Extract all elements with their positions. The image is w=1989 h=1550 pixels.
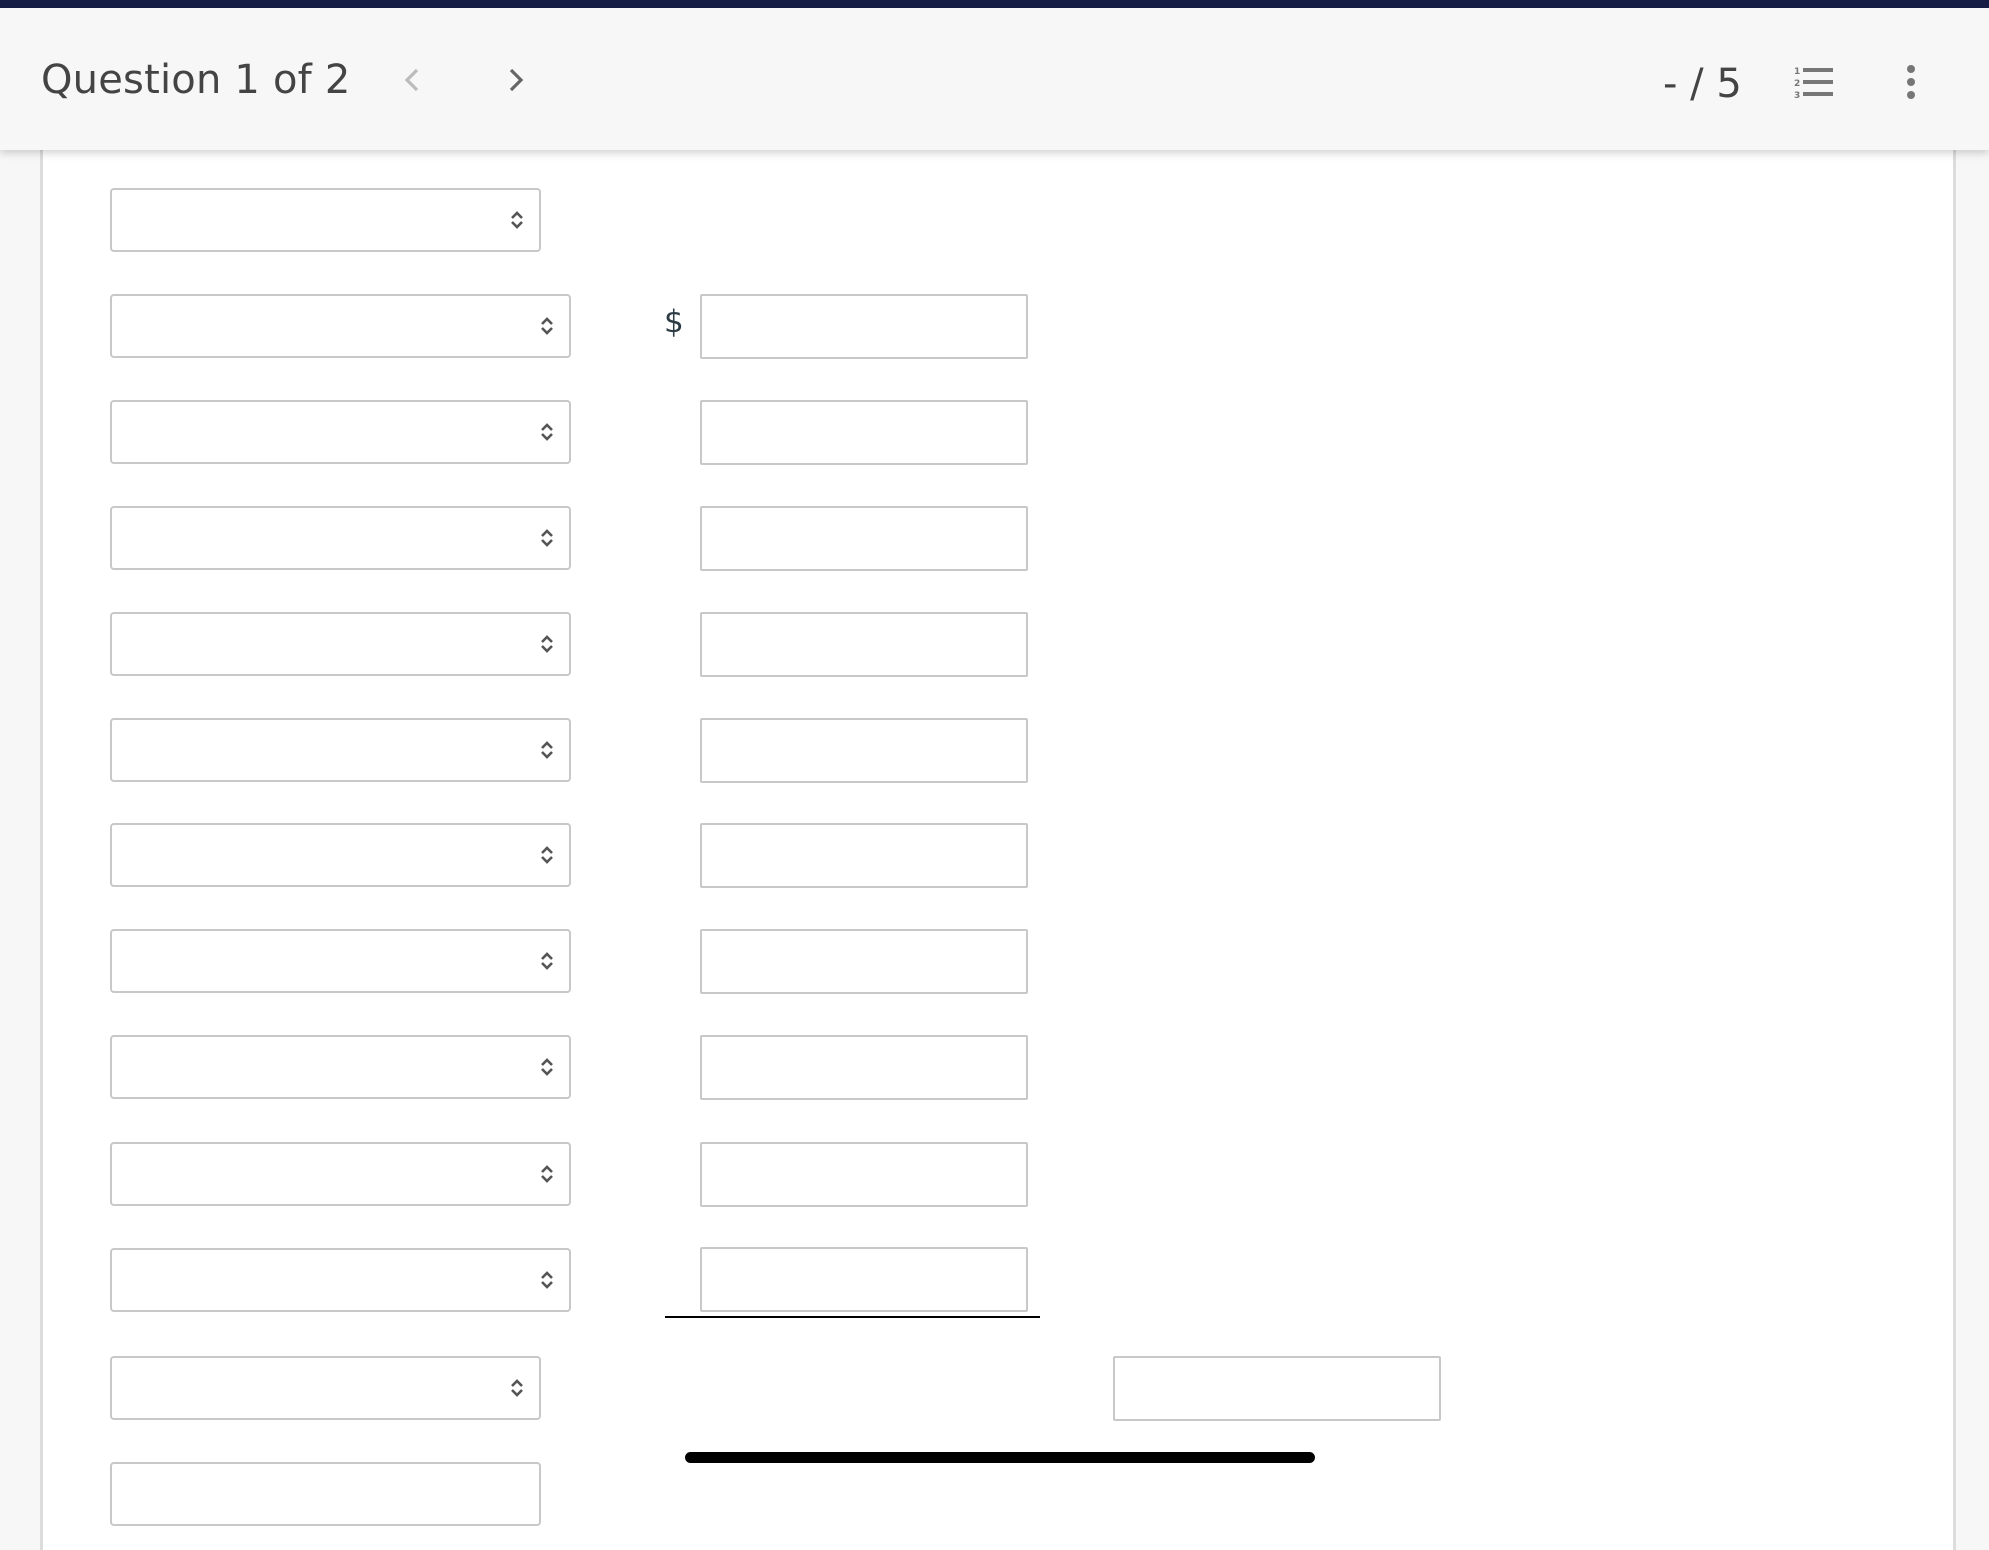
amount-input[interactable]	[700, 718, 1028, 783]
amount-input[interactable]	[700, 294, 1028, 359]
select-arrows-icon	[541, 1271, 553, 1289]
amount-input[interactable]	[700, 612, 1028, 677]
select-arrows-icon	[541, 741, 553, 759]
select-arrows-icon	[541, 952, 553, 970]
account-select[interactable]	[110, 400, 571, 464]
chevron-right-icon	[509, 68, 524, 92]
subtotal-rule	[665, 1316, 1040, 1318]
select-arrows-icon	[541, 635, 553, 653]
points-score: - / 5	[1663, 61, 1742, 107]
next-section-select[interactable]	[110, 1462, 541, 1526]
select-arrows-icon	[511, 211, 523, 229]
svg-text:2: 2	[1794, 79, 1800, 89]
question-counter: Question 1 of 2	[41, 57, 351, 103]
svg-text:1: 1	[1794, 67, 1800, 77]
account-select[interactable]	[110, 294, 571, 358]
amount-input[interactable]	[700, 506, 1028, 571]
amount-input[interactable]	[700, 823, 1028, 888]
previous-question-button[interactable]	[392, 56, 432, 104]
amount-input[interactable]	[700, 1035, 1028, 1100]
account-select[interactable]	[110, 612, 571, 676]
question-list-button[interactable]: 1 2 3	[1792, 60, 1838, 104]
ordered-list-icon: 1 2 3	[1794, 67, 1833, 99]
select-arrows-icon	[541, 1165, 553, 1183]
next-question-button[interactable]	[496, 56, 536, 104]
account-select[interactable]	[110, 1142, 571, 1206]
chevron-left-icon	[404, 68, 419, 92]
top-accent-bar	[0, 0, 1989, 8]
select-arrows-icon	[541, 846, 553, 864]
home-indicator-bar	[685, 1452, 1315, 1463]
select-arrows-icon	[541, 423, 553, 441]
amount-input[interactable]	[700, 400, 1028, 465]
total-label-select[interactable]	[110, 1356, 541, 1420]
question-header: Question 1 of 2 - / 5 1 2 3	[0, 8, 1989, 150]
amount-input[interactable]	[700, 1247, 1028, 1312]
account-select[interactable]	[110, 823, 571, 887]
account-select[interactable]	[110, 1035, 571, 1099]
account-select[interactable]	[110, 506, 571, 570]
account-select[interactable]	[110, 929, 571, 993]
account-select[interactable]	[110, 1248, 571, 1312]
select-arrows-icon	[541, 1058, 553, 1076]
more-vertical-icon	[1907, 65, 1915, 99]
more-options-button[interactable]	[1896, 60, 1926, 104]
amount-input[interactable]	[700, 1142, 1028, 1207]
select-arrows-icon	[541, 529, 553, 547]
heading-select[interactable]	[110, 188, 541, 252]
total-input[interactable]	[1113, 1356, 1441, 1421]
account-select[interactable]	[110, 718, 571, 782]
currency-symbol: $	[664, 304, 684, 340]
amount-input[interactable]	[700, 929, 1028, 994]
select-arrows-icon	[541, 317, 553, 335]
select-arrows-icon	[511, 1379, 523, 1397]
svg-text:3: 3	[1794, 91, 1800, 99]
